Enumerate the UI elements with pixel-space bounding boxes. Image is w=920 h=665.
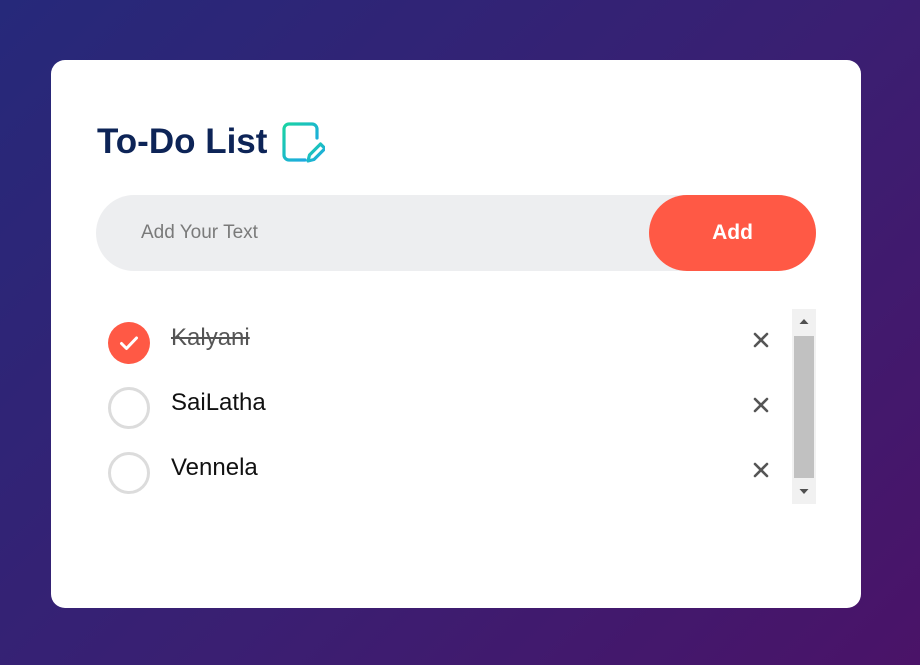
scrollbar-thumb[interactable]: [794, 336, 814, 478]
task-item[interactable]: Vennela: [96, 439, 792, 504]
task-text: Vennela: [171, 454, 258, 481]
scrollbar[interactable]: [792, 309, 816, 504]
close-icon[interactable]: [751, 330, 771, 350]
add-button[interactable]: Add: [649, 195, 816, 271]
checkmark-icon: [120, 336, 138, 350]
task-checkbox[interactable]: [108, 452, 150, 494]
close-icon[interactable]: [751, 460, 771, 480]
page-title: To-Do List: [97, 122, 268, 161]
todo-card: To-Do List Add Your Text Add Kalyani Sai…: [51, 60, 861, 608]
task-item[interactable]: SaiLatha: [96, 374, 792, 439]
add-task-row: Add: [96, 194, 816, 272]
arrow-up-icon[interactable]: [792, 309, 816, 333]
arrow-down-icon[interactable]: [792, 480, 816, 504]
task-input[interactable]: [96, 194, 649, 272]
task-checkbox[interactable]: [108, 322, 150, 364]
task-text: SaiLatha: [171, 389, 266, 416]
task-checkbox[interactable]: [108, 387, 150, 429]
task-item[interactable]: Kalyani: [96, 309, 792, 374]
notepad-edit-icon: [282, 118, 326, 163]
task-text: Kalyani: [171, 324, 250, 351]
header: To-Do List: [97, 118, 326, 166]
task-list: Kalyani SaiLatha Vennela: [96, 309, 792, 504]
task-list-container: Kalyani SaiLatha Vennela: [96, 309, 816, 504]
close-icon[interactable]: [751, 395, 771, 415]
